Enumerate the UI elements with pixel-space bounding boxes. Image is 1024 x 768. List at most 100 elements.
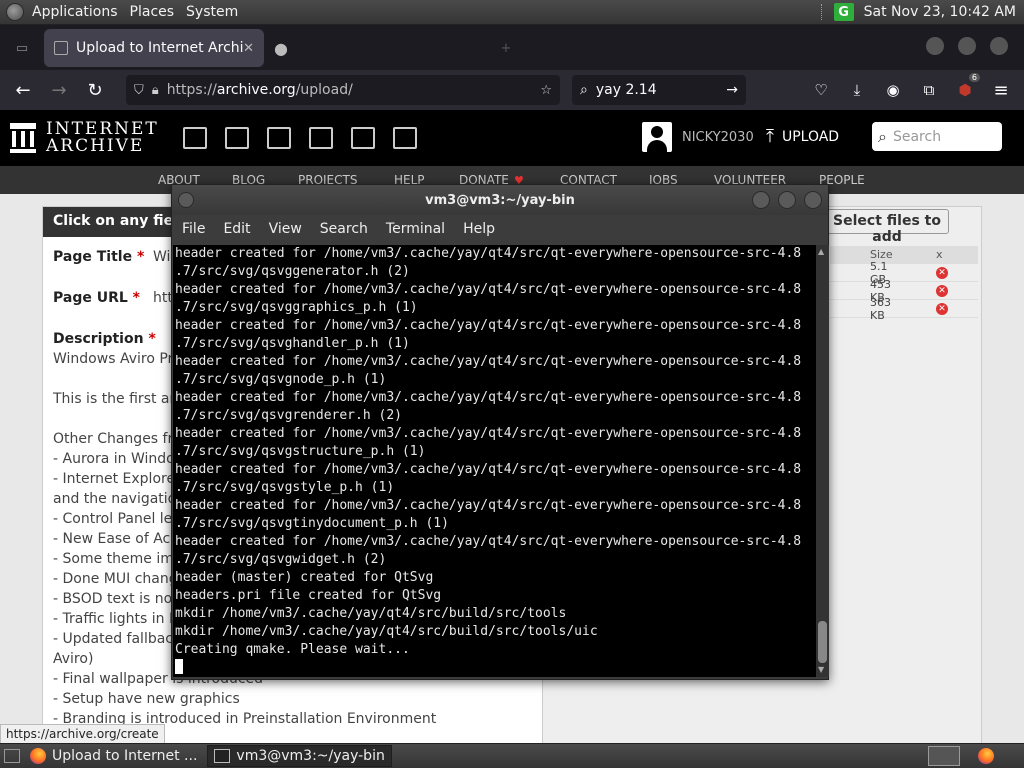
- terminal-line: header created for /home/vm3/.cache/yay/…: [175, 282, 802, 297]
- upload-arrow-icon: ⤒: [766, 126, 774, 147]
- description-label: Description *: [53, 331, 156, 347]
- search-go-arrow-icon[interactable]: →: [726, 82, 738, 98]
- menu-edit[interactable]: Edit: [223, 221, 250, 237]
- terminal-line: header created for /home/vm3/.cache/yay/…: [175, 462, 802, 477]
- search-bar[interactable]: ⌕ yay 2.14 →: [572, 75, 746, 105]
- terminal-window[interactable]: vm3@vm3:~/yay-bin File Edit View Search …: [171, 184, 829, 680]
- url-text[interactable]: https://archive.org/upload/: [167, 82, 533, 98]
- upload-label: UPLOAD: [781, 128, 840, 145]
- close-button[interactable]: [804, 191, 822, 209]
- pocket-icon[interactable]: ♡: [806, 75, 836, 105]
- tab-bar: ▭ Upload to Internet Archive ✕ ● +: [0, 25, 1024, 70]
- terminal-line: header created for /home/vm3/.cache/yay/…: [175, 426, 802, 441]
- user-menu[interactable]: NICKY2030: [642, 122, 754, 152]
- tracking-shield-icon[interactable]: ⛉: [134, 83, 144, 98]
- ublock-origin-icon[interactable]: ⬢ 6: [950, 73, 980, 105]
- images-icon[interactable]: [392, 127, 417, 149]
- menu-view[interactable]: View: [269, 221, 302, 237]
- clock[interactable]: Sat Nov 23, 10:42 AM: [864, 4, 1016, 20]
- show-desktop-icon[interactable]: [4, 749, 20, 763]
- terminal-prompt-line[interactable]: [175, 659, 816, 677]
- page-title-label: Page Title *: [53, 249, 145, 265]
- extensions-icon[interactable]: ⧉: [914, 75, 944, 105]
- minimize-button[interactable]: [926, 37, 944, 55]
- places-menu[interactable]: Places: [130, 4, 175, 20]
- address-bar[interactable]: ⛉ 🔒︎ https://archive.org/upload/ ☆: [126, 75, 560, 105]
- upload-button[interactable]: ⤒ UPLOAD: [766, 126, 839, 147]
- maximize-button[interactable]: [778, 191, 796, 209]
- username[interactable]: NICKY2030: [682, 130, 754, 145]
- close-window-button[interactable]: [990, 37, 1008, 55]
- video-icon[interactable]: [266, 127, 291, 149]
- terminal-line: headers.pri file created for QtSvg: [175, 588, 442, 603]
- minimize-button[interactable]: [752, 191, 770, 209]
- forward-arrow-icon[interactable]: →: [44, 75, 74, 105]
- firefox-launcher-icon[interactable]: [978, 748, 994, 764]
- terminal-output[interactable]: header created for /home/vm3/.cache/yay/…: [173, 245, 816, 677]
- tray-app-icon[interactable]: G: [833, 3, 854, 21]
- terminal-title: vm3@vm3:~/yay-bin: [425, 192, 575, 208]
- workspace-switcher[interactable]: [928, 746, 960, 766]
- terminal-line: .7/src/svg/qsvgrenderer.h (2): [175, 408, 402, 423]
- firefox-view-icon[interactable]: ▭: [4, 30, 40, 66]
- firefox-icon: [30, 748, 46, 764]
- maximize-button[interactable]: [958, 37, 976, 55]
- terminal-line: mkdir /home/vm3/.cache/yay/qt4/src/build…: [175, 624, 598, 639]
- applications-menu[interactable]: Applications: [32, 4, 118, 20]
- scrollbar-thumb[interactable]: [818, 621, 827, 663]
- tab-close-icon[interactable]: ✕: [243, 41, 254, 56]
- terminal-scrollbar[interactable]: ▲ ▼: [816, 245, 829, 677]
- page-title-field[interactable]: Wi: [153, 249, 170, 265]
- account-icon[interactable]: ◉: [878, 75, 908, 105]
- terminal-line: header created for /home/vm3/.cache/yay/…: [175, 534, 802, 549]
- avatar[interactable]: [642, 122, 672, 152]
- taskbar-firefox[interactable]: Upload to Internet ...: [24, 745, 203, 767]
- navigation-toolbar: ← → ↻ ⛉ 🔒︎ https://archive.org/upload/ ☆…: [0, 70, 1024, 110]
- extension-badge: 6: [968, 73, 980, 82]
- web-icon[interactable]: [182, 127, 207, 149]
- distro-logo-icon[interactable]: [6, 3, 24, 21]
- archive-temple-icon: [10, 123, 36, 153]
- bookmark-star-icon[interactable]: ☆: [540, 83, 552, 98]
- menu-terminal[interactable]: Terminal: [386, 221, 445, 237]
- lock-icon[interactable]: 🔒︎: [152, 83, 159, 98]
- remove-file-icon[interactable]: ✕: [936, 284, 948, 297]
- panel-separator: [820, 4, 824, 20]
- reload-icon[interactable]: ↻: [80, 75, 110, 105]
- texts-icon[interactable]: [224, 127, 249, 149]
- taskbar-terminal[interactable]: vm3@vm3:~/yay-bin: [207, 745, 392, 767]
- remove-file-icon[interactable]: ✕: [936, 266, 948, 279]
- terminal-line: .7/src/svg/qsvgstructure_p.h (1): [175, 444, 426, 459]
- terminal-line: .7/src/svg/qsvghandler_p.h (1): [175, 336, 410, 351]
- archive-logo[interactable]: INTERNET ARCHIVE: [10, 121, 159, 155]
- hamburger-menu-icon[interactable]: ≡: [986, 75, 1016, 105]
- downloads-icon[interactable]: ⤓: [842, 75, 872, 105]
- archive-search-box[interactable]: ⌕ Search: [872, 122, 1002, 151]
- audio-icon[interactable]: [308, 127, 333, 149]
- tab-upload-archive[interactable]: Upload to Internet Archive ✕: [44, 29, 264, 67]
- terminal-line: mkdir /home/vm3/.cache/yay/qt4/src/build…: [175, 606, 567, 621]
- remove-file-icon[interactable]: ✕: [936, 302, 948, 315]
- menu-search[interactable]: Search: [320, 221, 368, 237]
- tab-github[interactable]: ●: [264, 29, 484, 67]
- menu-help[interactable]: Help: [463, 221, 495, 237]
- back-arrow-icon[interactable]: ←: [8, 75, 38, 105]
- terminal-icon: [214, 749, 231, 763]
- software-icon[interactable]: [350, 127, 375, 149]
- search-input[interactable]: yay 2.14: [596, 82, 718, 98]
- system-menu[interactable]: System: [186, 4, 238, 20]
- scroll-down-icon[interactable]: ▼: [818, 665, 824, 674]
- bottom-panel: Upload to Internet ... vm3@vm3:~/yay-bin: [0, 743, 1024, 768]
- archive-search-input[interactable]: Search: [893, 129, 941, 145]
- menu-file[interactable]: File: [182, 221, 205, 237]
- github-favicon-icon: ●: [274, 38, 288, 58]
- terminal-line: header created for /home/vm3/.cache/yay/…: [175, 354, 802, 369]
- terminal-line: header (master) created for QtSvg: [175, 570, 434, 585]
- terminal-line: .7/src/svg/qsvgtinydocument_p.h (1): [175, 516, 449, 531]
- scroll-up-icon[interactable]: ▲: [818, 247, 824, 256]
- page-url-field[interactable]: htt: [153, 290, 173, 306]
- terminal-titlebar[interactable]: vm3@vm3:~/yay-bin: [172, 185, 828, 215]
- select-files-button[interactable]: Select files to add: [825, 209, 949, 245]
- new-tab-icon[interactable]: +: [488, 30, 524, 66]
- window-menu-button[interactable]: [178, 192, 194, 208]
